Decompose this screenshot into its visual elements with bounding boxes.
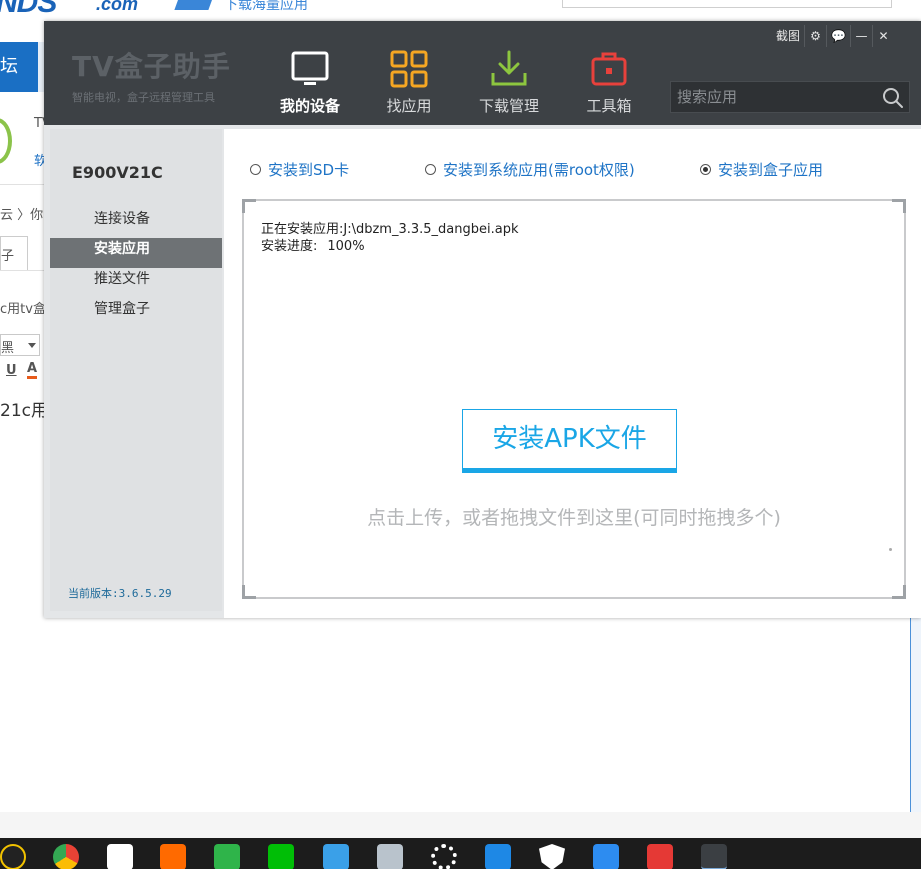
nav-label: 找应用 [386,97,432,115]
tools-icon[interactable] [647,844,673,869]
mango-tv-icon[interactable] [160,844,186,869]
app-search-input[interactable] [671,82,871,112]
brand: TV盒子助手 智能电视，盒子远程管理工具 [72,45,231,105]
photos-icon[interactable] [377,844,403,869]
logo-domain: .com [96,0,139,14]
radio-button[interactable] [250,163,261,175]
site-editor-body-text[interactable]: 21c用 [0,396,48,421]
underline-button[interactable]: U [6,363,17,378]
install-progress-label: 安装进度: [261,239,318,254]
phone-icon[interactable] [485,844,511,869]
corner-mark [242,199,256,213]
radio-install-box-app[interactable]: 安装到盒子应用 [700,159,823,179]
app-grid-icon [390,50,428,88]
site-nav-tab[interactable]: 坛 [0,42,38,92]
install-progress-line: 安装进度: 100% [261,235,365,254]
logo-tagline: 下载海量应用 [224,0,308,12]
website-logo[interactable]: NDS .com 下载海量应用 [0,0,340,14]
tv-device-icon [291,51,329,85]
nav-toolbox[interactable]: 工具箱 [564,47,654,121]
radio-button[interactable] [425,163,436,175]
nav-find-apps[interactable]: 找应用 [364,47,454,121]
apk-drop-zone[interactable]: 正在安装应用:J:\dbzm_3.3.5_dangbei.apk 安装进度: 10… [242,199,906,599]
version-label: 当前版本:3.6.5.29 [68,587,172,600]
radio-label: 安装到盒子应用 [718,160,824,179]
radio-install-sd-card[interactable]: 安装到SD卡 [250,159,349,179]
remote-desktop-icon[interactable] [323,844,349,869]
install-apk-button[interactable]: 安装APK文件 [462,409,677,473]
search-icon[interactable] [881,86,905,110]
brand-subtitle: 智能电视，盒子远程管理工具 [72,91,215,104]
iqiyi-icon[interactable] [268,844,294,869]
screenshot-button[interactable]: 截图 [772,25,804,47]
video-player-icon[interactable] [214,844,240,869]
device-name: E900V21C [72,163,163,182]
radio-label: 安装到系统应用(需root权限) [443,160,635,179]
site-editor-tab-label: 子 [1,249,15,264]
radio-button-selected[interactable] [700,163,711,175]
nav-download-manager[interactable]: 下载管理 [464,47,554,121]
window-controls: 截图 ⚙ 💬 — ✕ [772,25,894,47]
feedback-icon[interactable]: 💬 [826,25,850,47]
site-post-title-input[interactable]: c用tv盒 [0,298,46,317]
tv-assistant-icon[interactable] [701,844,727,869]
download-icon [491,50,527,86]
sidebar-item-push-files[interactable]: 推送文件 [50,268,222,298]
site-editor-tab[interactable]: 子 [0,236,28,270]
nav-label: 下载管理 [478,97,539,115]
font-color-button[interactable]: A [27,361,38,379]
search-q-icon[interactable] [593,844,619,869]
app-header: TV盒子助手 智能电视，盒子远程管理工具 我的设备 找应用 下载管理 工具箱 截… [44,21,921,125]
sidebar-item-install-app[interactable]: 安装应用 [50,238,222,268]
qq-icon[interactable] [0,844,26,869]
site-divider [0,270,46,271]
tv-assistant-window: TV盒子助手 智能电视，盒子远程管理工具 我的设备 找应用 下载管理 工具箱 截… [44,21,921,618]
sidebar-item-connect-device[interactable]: 连接设备 [50,208,222,238]
brand-title: TV盒子助手 [72,50,231,83]
install-progress-value: 100% [327,239,365,254]
site-divider [0,184,46,185]
nav-label: 工具箱 [586,97,632,115]
site-format-select[interactable]: 黑 [0,334,40,356]
sidebar-item-manage-box[interactable]: 管理盒子 [50,298,222,328]
drop-hint-text: 点击上传，或者拖拽文件到这里(可同时拖拽多个) [367,507,781,529]
close-button[interactable]: ✕ [871,25,894,47]
chevron-down-icon [28,343,36,348]
corner-mark [242,585,256,599]
taskbar [0,838,921,869]
logo-text: NDS [0,0,57,14]
settings-icon[interactable]: ⚙ [804,25,826,47]
site-breadcrumb[interactable]: 云 〉你 [0,204,43,223]
app-search-box [670,81,910,113]
media-icon[interactable] [107,844,133,869]
corner-mark [892,585,906,599]
site-footer-strip [0,812,921,838]
chrome-icon[interactable] [53,844,79,869]
device-sidebar: E900V21C 连接设备 安装应用 推送文件 管理盒子 当前版本:3.6.5.… [50,129,222,611]
site-format-select-value: 黑 [1,341,15,356]
radio-label: 安装到SD卡 [268,160,350,179]
minimize-button[interactable]: — [849,25,872,47]
security-shield-icon[interactable] [539,844,565,869]
site-avatar-ring [0,118,12,164]
nav-label: 我的设备 [279,97,340,115]
install-panel: 安装到SD卡 安装到系统应用(需root权限) 安装到盒子应用 正在安装应用:J… [224,129,921,618]
toolbox-icon [591,52,627,86]
radio-install-system-app[interactable]: 安装到系统应用(需root权限) [425,159,635,179]
site-search-box[interactable] [562,0,892,8]
logo-shape-icon [174,0,216,10]
decorative-dot [889,548,892,551]
corner-mark [892,199,906,213]
settings-icon[interactable] [431,844,457,869]
nav-my-devices[interactable]: 我的设备 [265,47,355,121]
